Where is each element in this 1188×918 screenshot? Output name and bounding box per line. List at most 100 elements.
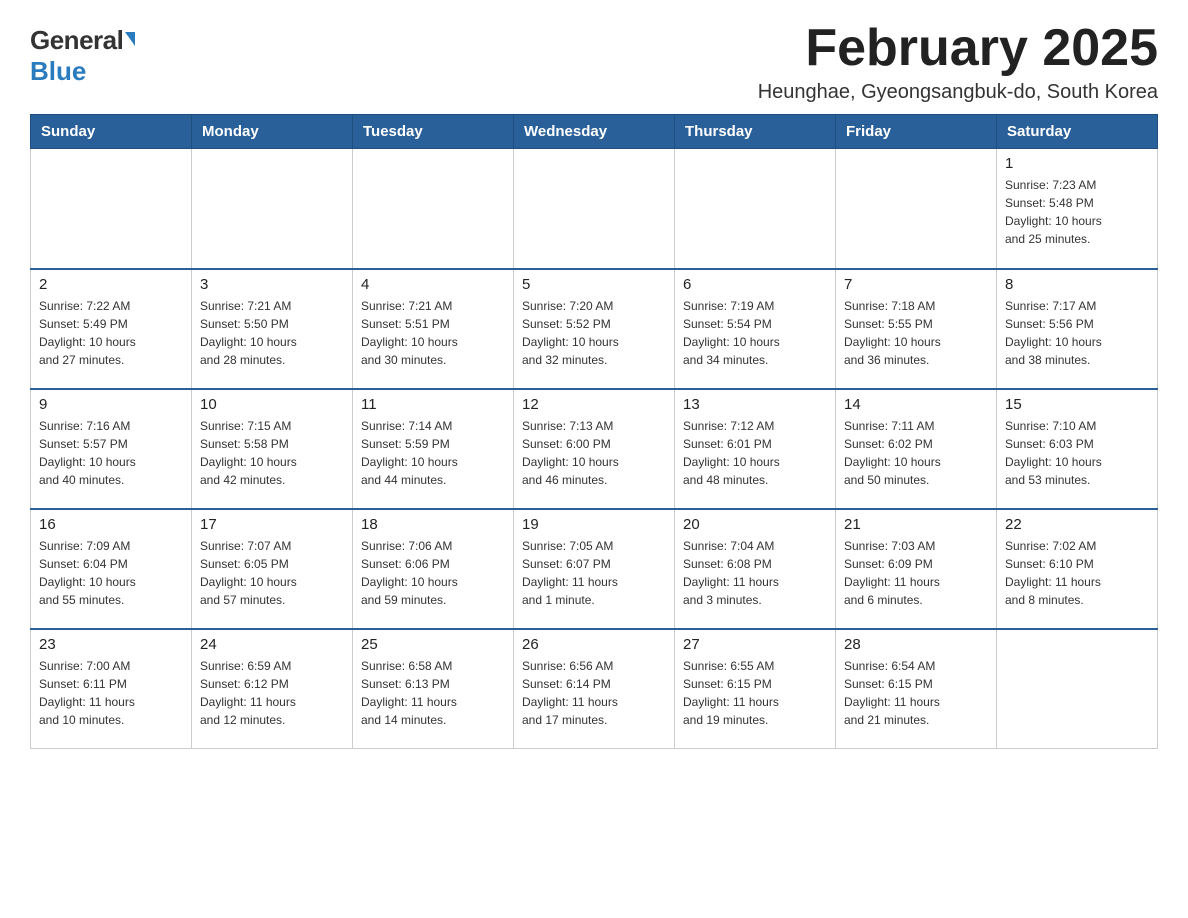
table-row: 16 Sunrise: 7:09 AMSunset: 6:04 PMDayligh… xyxy=(31,509,192,629)
table-row: 27 Sunrise: 6:55 AMSunset: 6:15 PMDayligh… xyxy=(675,629,836,749)
table-row: 6Sunrise: 7:19 AMSunset: 5:54 PMDaylight… xyxy=(675,269,836,389)
day-number: 3 xyxy=(200,276,344,293)
day-info: Sunrise: 7:05 AMSunset: 6:07 PMDaylight:… xyxy=(522,537,666,609)
month-title: February 2025 xyxy=(758,20,1158,77)
col-tuesday: Tuesday xyxy=(353,115,514,149)
day-info: Sunrise: 7:21 AMSunset: 5:51 PMDaylight:… xyxy=(361,297,505,369)
day-info: Sunrise: 7:10 AMSunset: 6:03 PMDaylight:… xyxy=(1005,417,1149,489)
day-info: Sunrise: 7:13 AMSunset: 6:00 PMDaylight:… xyxy=(522,417,666,489)
day-number: 4 xyxy=(361,276,505,293)
day-number: 23 xyxy=(39,636,183,653)
day-number: 22 xyxy=(1005,516,1149,533)
table-row xyxy=(997,629,1158,749)
day-info: Sunrise: 7:21 AMSunset: 5:50 PMDaylight:… xyxy=(200,297,344,369)
day-number: 28 xyxy=(844,636,988,653)
table-row: 19 Sunrise: 7:05 AMSunset: 6:07 PMDayligh… xyxy=(514,509,675,629)
calendar-header-row: Sunday Monday Tuesday Wednesday Thursday… xyxy=(31,115,1158,149)
logo-arrow-icon xyxy=(125,32,135,46)
table-row: 17 Sunrise: 7:07 AMSunset: 6:05 PMDayligh… xyxy=(192,509,353,629)
day-number: 19 xyxy=(522,516,666,533)
table-row: 24 Sunrise: 6:59 AMSunset: 6:12 PMDayligh… xyxy=(192,629,353,749)
day-info: Sunrise: 6:54 AMSunset: 6:15 PMDaylight:… xyxy=(844,657,988,729)
table-row: 8 Sunrise: 7:17 AMSunset: 5:56 PMDaylight… xyxy=(997,269,1158,389)
table-row: 15 Sunrise: 7:10 AMSunset: 6:03 PMDayligh… xyxy=(997,389,1158,509)
logo-general-text: General xyxy=(30,25,123,56)
day-number: 24 xyxy=(200,636,344,653)
day-number: 20 xyxy=(683,516,827,533)
day-number: 15 xyxy=(1005,396,1149,413)
table-row xyxy=(675,149,836,269)
col-friday: Friday xyxy=(836,115,997,149)
table-row xyxy=(192,149,353,269)
table-row: 23 Sunrise: 7:00 AMSunset: 6:11 PMDayligh… xyxy=(31,629,192,749)
col-thursday: Thursday xyxy=(675,115,836,149)
page-header: General Blue February 2025 Heunghae, Gye… xyxy=(30,20,1158,104)
col-sunday: Sunday xyxy=(31,115,192,149)
day-info: Sunrise: 7:09 AMSunset: 6:04 PMDaylight:… xyxy=(39,537,183,609)
day-info: Sunrise: 7:20 AMSunset: 5:52 PMDaylight:… xyxy=(522,297,666,369)
day-number: 16 xyxy=(39,516,183,533)
day-number: 8 xyxy=(1005,276,1149,293)
title-section: February 2025 Heunghae, Gyeongsangbuk-do… xyxy=(758,20,1158,104)
calendar-table: Sunday Monday Tuesday Wednesday Thursday… xyxy=(30,114,1158,749)
day-info: Sunrise: 7:14 AMSunset: 5:59 PMDaylight:… xyxy=(361,417,505,489)
location-text: Heunghae, Gyeongsangbuk-do, South Korea xyxy=(758,81,1158,104)
table-row: 7Sunrise: 7:18 AMSunset: 5:55 PMDaylight… xyxy=(836,269,997,389)
day-number: 17 xyxy=(200,516,344,533)
table-row: 13 Sunrise: 7:12 AMSunset: 6:01 PMDayligh… xyxy=(675,389,836,509)
day-number: 1 xyxy=(1005,155,1149,172)
day-info: Sunrise: 6:55 AMSunset: 6:15 PMDaylight:… xyxy=(683,657,827,729)
logo-blue-text: Blue xyxy=(30,56,86,87)
day-info: Sunrise: 7:17 AMSunset: 5:56 PMDaylight:… xyxy=(1005,297,1149,369)
logo: General Blue xyxy=(30,20,135,87)
table-row: 14Sunrise: 7:11 AMSunset: 6:02 PMDayligh… xyxy=(836,389,997,509)
day-number: 7 xyxy=(844,276,988,293)
day-info: Sunrise: 6:58 AMSunset: 6:13 PMDaylight:… xyxy=(361,657,505,729)
table-row: 1 Sunrise: 7:23 AMSunset: 5:48 PMDaylight… xyxy=(997,149,1158,269)
day-info: Sunrise: 7:07 AMSunset: 6:05 PMDaylight:… xyxy=(200,537,344,609)
day-number: 6 xyxy=(683,276,827,293)
table-row: 18 Sunrise: 7:06 AMSunset: 6:06 PMDayligh… xyxy=(353,509,514,629)
logo-general: General xyxy=(30,25,135,56)
day-number: 21 xyxy=(844,516,988,533)
day-info: Sunrise: 7:06 AMSunset: 6:06 PMDaylight:… xyxy=(361,537,505,609)
table-row: 3 Sunrise: 7:21 AMSunset: 5:50 PMDaylight… xyxy=(192,269,353,389)
day-info: Sunrise: 7:22 AMSunset: 5:49 PMDaylight:… xyxy=(39,297,183,369)
day-number: 10 xyxy=(200,396,344,413)
day-info: Sunrise: 6:56 AMSunset: 6:14 PMDaylight:… xyxy=(522,657,666,729)
table-row: 22 Sunrise: 7:02 AMSunset: 6:10 PMDayligh… xyxy=(997,509,1158,629)
day-info: Sunrise: 7:23 AMSunset: 5:48 PMDaylight:… xyxy=(1005,176,1149,248)
day-info: Sunrise: 7:02 AMSunset: 6:10 PMDaylight:… xyxy=(1005,537,1149,609)
day-info: Sunrise: 6:59 AMSunset: 6:12 PMDaylight:… xyxy=(200,657,344,729)
table-row xyxy=(353,149,514,269)
table-row xyxy=(31,149,192,269)
day-number: 11 xyxy=(361,396,505,413)
table-row: 12Sunrise: 7:13 AMSunset: 6:00 PMDayligh… xyxy=(514,389,675,509)
day-number: 5 xyxy=(522,276,666,293)
day-number: 25 xyxy=(361,636,505,653)
day-number: 26 xyxy=(522,636,666,653)
table-row: 21 Sunrise: 7:03 AMSunset: 6:09 PMDayligh… xyxy=(836,509,997,629)
col-monday: Monday xyxy=(192,115,353,149)
day-number: 9 xyxy=(39,396,183,413)
day-info: Sunrise: 7:04 AMSunset: 6:08 PMDaylight:… xyxy=(683,537,827,609)
day-info: Sunrise: 7:12 AMSunset: 6:01 PMDaylight:… xyxy=(683,417,827,489)
day-number: 18 xyxy=(361,516,505,533)
day-info: Sunrise: 7:15 AMSunset: 5:58 PMDaylight:… xyxy=(200,417,344,489)
day-number: 2 xyxy=(39,276,183,293)
day-number: 13 xyxy=(683,396,827,413)
day-info: Sunrise: 7:00 AMSunset: 6:11 PMDaylight:… xyxy=(39,657,183,729)
day-number: 27 xyxy=(683,636,827,653)
table-row: 9 Sunrise: 7:16 AMSunset: 5:57 PMDaylight… xyxy=(31,389,192,509)
table-row: 26 Sunrise: 6:56 AMSunset: 6:14 PMDayligh… xyxy=(514,629,675,749)
table-row: 10 Sunrise: 7:15 AMSunset: 5:58 PMDayligh… xyxy=(192,389,353,509)
table-row: 25 Sunrise: 6:58 AMSunset: 6:13 PMDayligh… xyxy=(353,629,514,749)
table-row: 5 Sunrise: 7:20 AMSunset: 5:52 PMDaylight… xyxy=(514,269,675,389)
table-row: 2 Sunrise: 7:22 AMSunset: 5:49 PMDaylight… xyxy=(31,269,192,389)
day-info: Sunrise: 7:16 AMSunset: 5:57 PMDaylight:… xyxy=(39,417,183,489)
table-row: 11 Sunrise: 7:14 AMSunset: 5:59 PMDayligh… xyxy=(353,389,514,509)
col-wednesday: Wednesday xyxy=(514,115,675,149)
table-row xyxy=(514,149,675,269)
day-info: Sunrise: 7:03 AMSunset: 6:09 PMDaylight:… xyxy=(844,537,988,609)
table-row: 4 Sunrise: 7:21 AMSunset: 5:51 PMDaylight… xyxy=(353,269,514,389)
